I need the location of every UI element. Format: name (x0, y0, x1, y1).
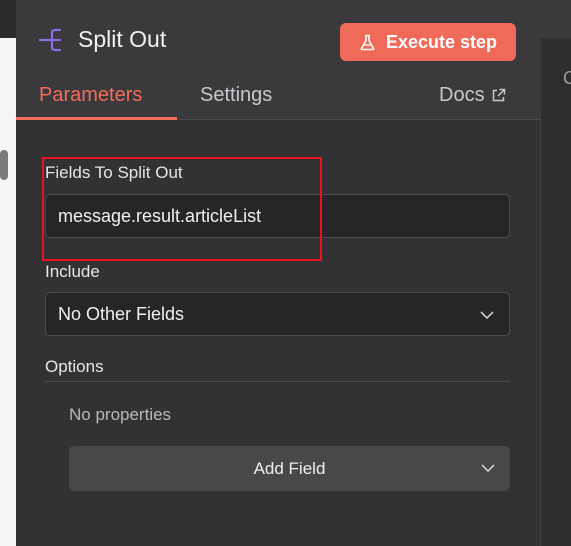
include-selected-value: No Other Fields (58, 303, 185, 324)
include-select[interactable]: No Other Fields (45, 292, 510, 336)
panel-header: Split Out Execute step Parameters Settin… (16, 0, 541, 120)
background-scrollbar[interactable] (0, 150, 8, 180)
active-tab-indicator (16, 117, 177, 120)
chevron-down-icon (480, 311, 494, 320)
background-right-top (541, 0, 571, 38)
tab-parameters[interactable]: Parameters (39, 84, 142, 107)
tab-settings[interactable]: Settings (200, 84, 272, 107)
flask-icon (360, 34, 375, 50)
node-title: Split Out (78, 26, 167, 52)
tab-docs-label: Docs (439, 84, 485, 106)
add-field-button[interactable]: Add Field (69, 446, 510, 491)
execute-step-button[interactable]: Execute step (340, 23, 516, 61)
options-divider (45, 381, 510, 382)
tab-docs[interactable]: Docs (439, 84, 506, 107)
no-properties-text: No properties (69, 405, 172, 424)
options-label: Options (45, 357, 104, 376)
chevron-down-icon (481, 464, 495, 473)
node-details-panel: Split Out Execute step Parameters Settin… (16, 0, 541, 546)
tab-bar: Parameters Settings Docs (16, 80, 541, 120)
highlight-box (42, 157, 322, 261)
split-out-icon (38, 28, 62, 52)
external-link-icon (492, 88, 505, 102)
background-left-top (0, 0, 16, 38)
add-field-label: Add Field (253, 458, 326, 478)
background-left (0, 0, 16, 546)
execute-step-label: Execute step (385, 31, 498, 52)
include-label: Include (45, 262, 100, 281)
background-partial-glyph: C (563, 68, 571, 88)
